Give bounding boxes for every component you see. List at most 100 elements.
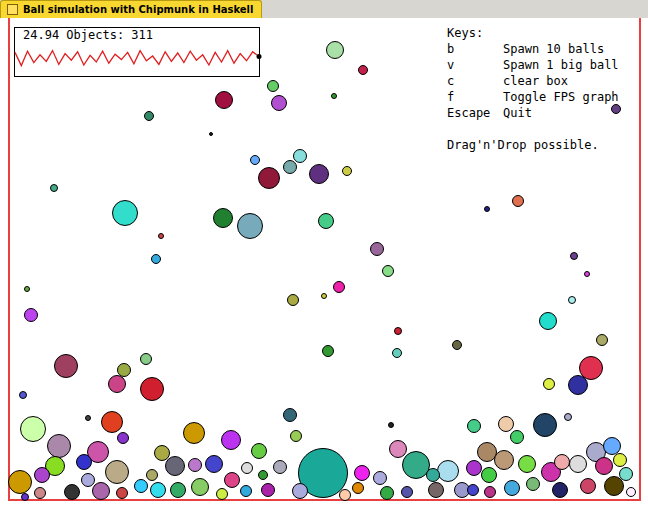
ball[interactable] (321, 293, 327, 299)
ball[interactable] (24, 308, 38, 322)
ball[interactable] (158, 233, 164, 239)
simulation-canvas[interactable]: 24.94 Objects: 311Keys:bSpawn 10 ballsvS… (0, 18, 648, 507)
title-tab[interactable]: Ball simulation with Chipmunk in Haskell (0, 0, 262, 18)
ball[interactable] (554, 454, 570, 470)
ball[interactable] (333, 281, 345, 293)
ball[interactable] (373, 471, 387, 485)
ball[interactable] (237, 213, 263, 239)
ball[interactable] (221, 430, 241, 450)
ball[interactable] (504, 480, 520, 496)
ball[interactable] (213, 208, 233, 228)
ball[interactable] (580, 478, 596, 494)
ball[interactable] (116, 487, 128, 499)
ball[interactable] (426, 468, 440, 482)
ball[interactable] (250, 155, 260, 165)
ball[interactable] (494, 450, 514, 470)
ball[interactable] (283, 408, 297, 422)
ball[interactable] (108, 375, 126, 393)
ball[interactable] (466, 460, 482, 476)
ball[interactable] (165, 456, 185, 476)
ball[interactable] (64, 484, 80, 500)
ball[interactable] (626, 487, 636, 497)
ball[interactable] (564, 413, 572, 421)
ball[interactable] (183, 422, 205, 444)
ball[interactable] (331, 93, 337, 99)
ball[interactable] (467, 484, 479, 496)
ball[interactable] (498, 416, 514, 432)
ball[interactable] (352, 482, 364, 494)
ball[interactable] (24, 286, 30, 292)
ball[interactable] (283, 160, 297, 174)
ball[interactable] (50, 184, 58, 192)
ball[interactable] (34, 467, 50, 483)
ball[interactable] (526, 477, 540, 491)
ball[interactable] (215, 91, 233, 109)
ball[interactable] (140, 353, 152, 365)
ball[interactable] (47, 434, 71, 458)
ball[interactable] (518, 455, 536, 473)
ball[interactable] (401, 486, 413, 498)
ball[interactable] (261, 483, 275, 497)
ball[interactable] (258, 470, 268, 480)
ball[interactable] (570, 252, 578, 260)
ball[interactable] (241, 462, 253, 474)
ball[interactable] (34, 487, 46, 499)
ball[interactable] (394, 327, 402, 335)
ball[interactable] (205, 455, 223, 473)
ball[interactable] (604, 476, 624, 496)
ball[interactable] (85, 415, 91, 421)
ball[interactable] (510, 430, 524, 444)
ball[interactable] (224, 472, 240, 488)
ball[interactable] (568, 296, 576, 304)
ball[interactable] (117, 432, 129, 444)
ball[interactable] (112, 200, 138, 226)
ball[interactable] (287, 294, 299, 306)
ball[interactable] (380, 486, 394, 500)
ball[interactable] (552, 482, 568, 498)
ball[interactable] (568, 375, 588, 395)
ball[interactable] (484, 206, 490, 212)
ball[interactable] (20, 416, 46, 442)
ball[interactable] (19, 391, 27, 399)
ball[interactable] (613, 453, 627, 467)
ball[interactable] (584, 271, 590, 277)
ball[interactable] (611, 104, 621, 114)
ball[interactable] (290, 430, 302, 442)
ball[interactable] (54, 354, 78, 378)
ball[interactable] (292, 483, 308, 499)
ball[interactable] (267, 80, 279, 92)
ball[interactable] (146, 469, 158, 481)
ball[interactable] (76, 454, 92, 470)
ball[interactable] (539, 312, 557, 330)
ball[interactable] (188, 458, 202, 472)
ball[interactable] (533, 413, 557, 437)
ball[interactable] (595, 457, 613, 475)
ball[interactable] (481, 467, 497, 483)
ball[interactable] (134, 479, 148, 493)
ball[interactable] (151, 254, 161, 264)
ball[interactable] (240, 485, 252, 497)
ball[interactable] (392, 348, 402, 358)
ball[interactable] (21, 493, 29, 501)
ball[interactable] (339, 489, 351, 501)
ball[interactable] (216, 488, 228, 500)
ball[interactable] (467, 419, 481, 433)
ball[interactable] (452, 340, 462, 350)
ball[interactable] (101, 411, 123, 433)
ball[interactable] (543, 378, 555, 390)
ball[interactable] (569, 455, 587, 473)
ball[interactable] (271, 95, 287, 111)
ball[interactable] (358, 65, 368, 75)
ball[interactable] (191, 478, 209, 496)
ball[interactable] (388, 422, 394, 428)
ball[interactable] (140, 377, 164, 401)
ball[interactable] (437, 460, 459, 482)
ball[interactable] (596, 334, 608, 346)
ball[interactable] (428, 482, 444, 498)
ball[interactable] (342, 166, 352, 176)
ball[interactable] (354, 465, 370, 481)
ball[interactable] (105, 460, 129, 484)
ball[interactable] (484, 486, 496, 498)
ball[interactable] (170, 482, 186, 498)
ball[interactable] (512, 195, 524, 207)
